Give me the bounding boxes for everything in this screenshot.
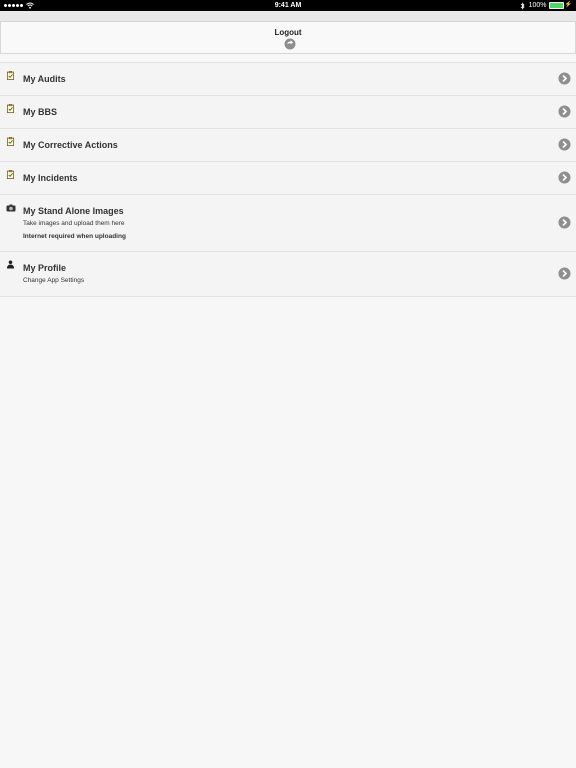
menu-item-note: Internet required when uploading xyxy=(23,233,126,240)
chevron-right-icon xyxy=(558,138,571,151)
clipboard-icon xyxy=(6,137,15,146)
camera-icon xyxy=(6,204,16,212)
clipboard-icon xyxy=(6,104,15,113)
status-time: 9:41 AM xyxy=(274,2,302,9)
chevron-right-icon xyxy=(558,171,571,184)
person-icon xyxy=(6,260,15,269)
menu-item-title: My Corrective Actions xyxy=(23,140,118,150)
chevron-right-icon xyxy=(558,267,571,280)
battery-status: 100% ⚡ xyxy=(520,0,572,11)
menu-item-my-corrective-actions[interactable]: My Corrective Actions xyxy=(0,128,576,161)
charging-icon: ⚡ xyxy=(564,2,572,8)
clipboard-icon xyxy=(6,71,15,80)
menu-list: My Audits My BBS My Corrective Actions M… xyxy=(0,62,576,297)
clipboard-icon xyxy=(6,170,15,179)
logout-arrow-icon[interactable] xyxy=(284,38,296,50)
chevron-right-icon xyxy=(558,72,571,85)
menu-item-my-incidents[interactable]: My Incidents xyxy=(0,161,576,194)
battery-fill xyxy=(549,3,563,8)
menu-item-title: My Stand Alone Images xyxy=(23,206,124,216)
menu-item-title: My Profile xyxy=(23,263,67,273)
battery-icon xyxy=(548,2,564,9)
menu-item-title: My BBS xyxy=(23,107,58,117)
chevron-right-icon xyxy=(558,216,571,229)
menu-item-subtitle: Change App Settings xyxy=(23,277,85,284)
menu-item-my-profile[interactable]: My Profile Change App Settings xyxy=(0,251,576,297)
nav-bar xyxy=(0,11,576,21)
chevron-right-icon xyxy=(558,105,571,118)
menu-item-subtitle: Take images and upload them here xyxy=(23,220,125,227)
logout-label: Logout xyxy=(274,28,302,37)
menu-item-title: My Audits xyxy=(23,74,66,84)
status-bar: 9:41 AM 100% ⚡ xyxy=(0,0,576,11)
menu-item-my-audits[interactable]: My Audits xyxy=(0,62,576,95)
battery-percent: 100% xyxy=(528,2,547,9)
bluetooth-icon xyxy=(520,2,525,9)
menu-item-title: My Incidents xyxy=(23,173,78,183)
menu-item-my-stand-alone-images[interactable]: My Stand Alone Images Take images and up… xyxy=(0,194,576,251)
menu-item-my-bbs[interactable]: My BBS xyxy=(0,95,576,128)
logout-button[interactable]: Logout xyxy=(0,21,576,54)
